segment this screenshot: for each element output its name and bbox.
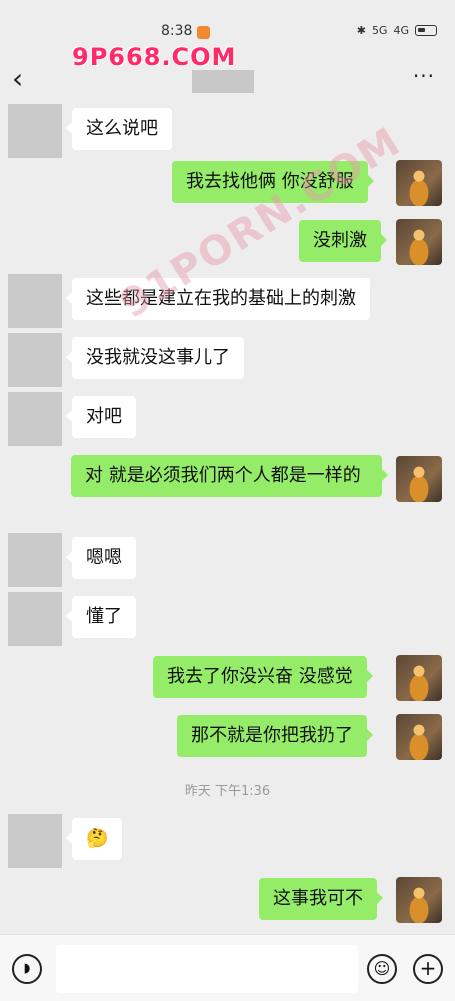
chevron-left-icon[interactable]: ‹: [12, 64, 23, 94]
message-bubble-out: 那不就是你把我扔了: [177, 715, 373, 757]
message-timestamp: 昨天 下午1:36: [184, 784, 271, 799]
signal-icon-1: 5G: [371, 24, 388, 37]
my-avatar[interactable]: [396, 714, 442, 760]
message-bubble-out: 这事我可不: [259, 878, 383, 920]
message-bubble-in: 没我就没这事儿了: [66, 337, 244, 379]
message-bubble-out: 没刺激: [299, 220, 387, 262]
message-input[interactable]: [56, 945, 358, 993]
status-time: 8:38: [161, 23, 193, 39]
message-bubble-in: 嗯嗯: [66, 537, 136, 579]
message-bubble-in: 🤔: [65, 818, 123, 860]
emoji-icon[interactable]: ☺: [367, 954, 397, 984]
input-bar: ◗ ☺ +: [0, 934, 455, 1001]
message-bubble-out: 对 就是必须我们两个人都是一样的: [71, 455, 388, 497]
system-icons: ✱ 5G 4G: [357, 24, 437, 37]
status-bar: 8:38 ✱ 5G 4G: [0, 0, 455, 39]
my-avatar[interactable]: [396, 877, 442, 923]
contact-avatar[interactable]: [8, 104, 62, 158]
contact-avatar[interactable]: [8, 814, 62, 868]
my-avatar[interactable]: [396, 160, 442, 206]
ellipsis-icon[interactable]: ···: [413, 64, 435, 88]
contact-avatar[interactable]: [8, 333, 62, 387]
message-bubble-in: 这些都是建立在我的基础上的刺激: [66, 278, 370, 320]
battery-icon: [415, 25, 437, 36]
contact-avatar[interactable]: [8, 592, 62, 646]
my-avatar[interactable]: [396, 655, 442, 701]
plus-icon[interactable]: +: [413, 954, 443, 984]
message-bubble-in: 懂了: [66, 596, 136, 638]
my-avatar[interactable]: [396, 219, 442, 265]
bluetooth-icon: ✱: [356, 24, 366, 37]
message-bubble-out: 我去了你没兴奋 没感觉: [153, 656, 373, 698]
signal-icon-2: 4G: [393, 24, 409, 37]
my-avatar[interactable]: [396, 456, 442, 502]
message-bubble-in: 对吧: [66, 396, 136, 438]
message-bubble-in: 这么说吧: [66, 108, 172, 150]
voice-icon[interactable]: ◗: [12, 954, 42, 984]
notification-icon: [197, 26, 210, 39]
contact-avatar[interactable]: [8, 533, 62, 587]
chat-header: ‹ ···: [0, 60, 455, 104]
contact-avatar[interactable]: [8, 274, 62, 328]
contact-avatar[interactable]: [8, 392, 62, 446]
chat-title-redacted: [192, 70, 254, 93]
